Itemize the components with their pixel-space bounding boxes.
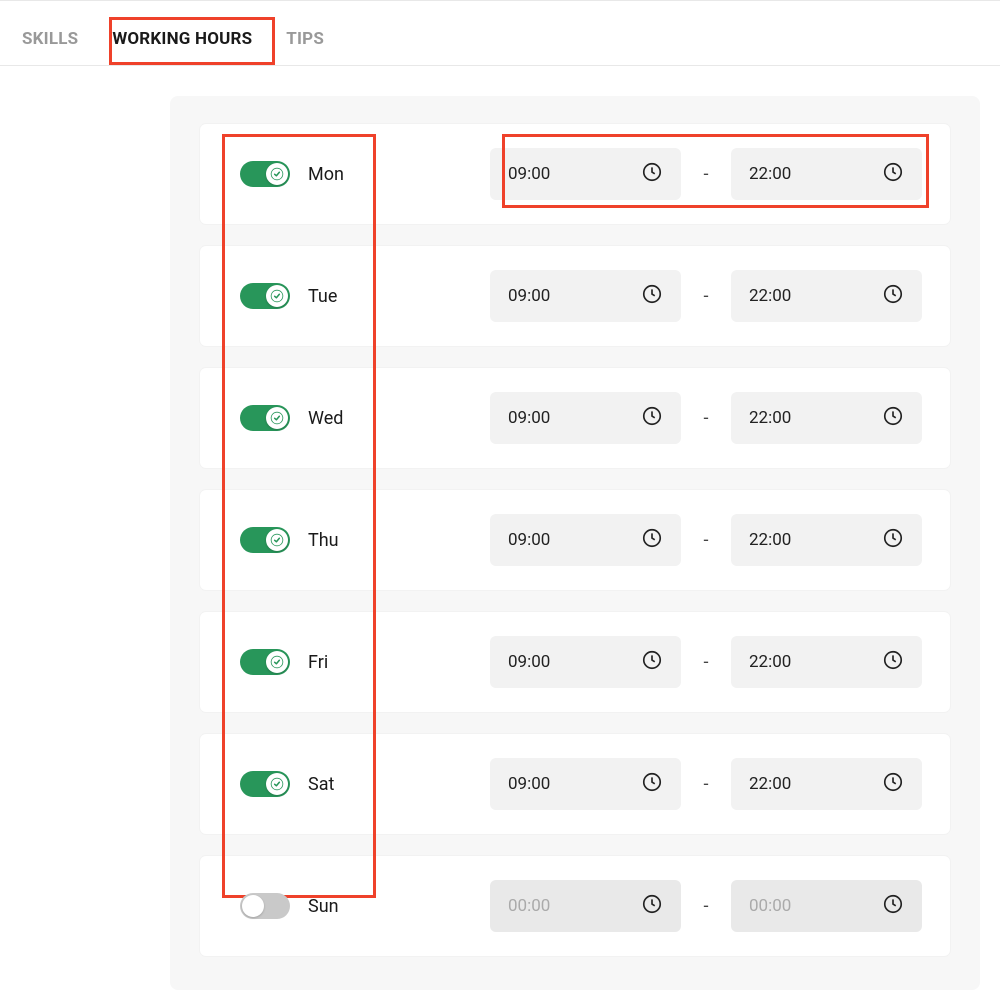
day-block: Thu — [240, 527, 490, 553]
check-icon — [266, 773, 288, 795]
day-toggle[interactable] — [240, 771, 290, 797]
end-time-value: 22:00 — [749, 408, 791, 428]
check-icon — [266, 651, 288, 673]
tab-skills[interactable]: SKILLS — [22, 29, 78, 65]
check-icon — [266, 285, 288, 307]
day-row: Tue 09:00 - 22:00 — [200, 246, 950, 346]
start-time-value: 09:00 — [508, 530, 550, 550]
day-label: Sat — [308, 774, 334, 795]
start-time-input[interactable]: 09:00 — [490, 758, 681, 810]
clock-icon — [641, 283, 663, 309]
end-time-input[interactable]: 22:00 — [731, 270, 922, 322]
start-time-value: 09:00 — [508, 164, 550, 184]
end-time-input[interactable]: 22:00 — [731, 148, 922, 200]
toggle-knob — [242, 895, 264, 917]
day-toggle[interactable] — [240, 527, 290, 553]
start-time-value: 09:00 — [508, 652, 550, 672]
clock-icon — [882, 893, 904, 919]
end-time-value: 22:00 — [749, 286, 791, 306]
clock-icon — [882, 649, 904, 675]
start-time-input[interactable]: 09:00 — [490, 636, 681, 688]
start-time-value: 09:00 — [508, 774, 550, 794]
time-separator: - — [697, 286, 715, 307]
day-block: Sun — [240, 893, 490, 919]
day-toggle[interactable] — [240, 161, 290, 187]
day-row: Sun 00:00 - 00:00 — [200, 856, 950, 956]
start-time-input[interactable]: 09:00 — [490, 270, 681, 322]
day-label: Fri — [308, 652, 328, 673]
day-block: Wed — [240, 405, 490, 431]
start-time-input[interactable]: 00:00 — [490, 880, 681, 932]
end-time-value: 22:00 — [749, 164, 791, 184]
start-time-value: 00:00 — [508, 896, 550, 916]
day-toggle[interactable] — [240, 405, 290, 431]
start-time-input[interactable]: 09:00 — [490, 514, 681, 566]
time-range: 09:00 - 22:00 — [490, 270, 922, 322]
tab-working-hours[interactable]: WORKING HOURS — [112, 29, 252, 65]
day-row: Fri 09:00 - 22:00 — [200, 612, 950, 712]
start-time-value: 09:00 — [508, 286, 550, 306]
end-time-input[interactable]: 22:00 — [731, 758, 922, 810]
tab-tips[interactable]: TIPS — [286, 29, 324, 65]
clock-icon — [882, 161, 904, 187]
clock-icon — [882, 405, 904, 431]
time-separator: - — [697, 408, 715, 429]
end-time-value: 22:00 — [749, 530, 791, 550]
time-range: 09:00 - 22:00 — [490, 148, 922, 200]
end-time-input[interactable]: 22:00 — [731, 514, 922, 566]
time-range: 09:00 - 22:00 — [490, 636, 922, 688]
clock-icon — [641, 649, 663, 675]
start-time-input[interactable]: 09:00 — [490, 148, 681, 200]
day-toggle[interactable] — [240, 893, 290, 919]
day-block: Sat — [240, 771, 490, 797]
clock-icon — [641, 527, 663, 553]
day-block: Mon — [240, 161, 490, 187]
time-range: 09:00 - 22:00 — [490, 758, 922, 810]
day-toggle[interactable] — [240, 283, 290, 309]
time-separator: - — [697, 896, 715, 917]
end-time-value: 22:00 — [749, 774, 791, 794]
day-label: Thu — [308, 530, 339, 551]
day-row: Sat 09:00 - 22:00 — [200, 734, 950, 834]
end-time-value: 22:00 — [749, 652, 791, 672]
day-row: Mon 09:00 - 22:00 — [200, 124, 950, 224]
clock-icon — [882, 527, 904, 553]
time-range: 00:00 - 00:00 — [490, 880, 922, 932]
clock-icon — [882, 771, 904, 797]
end-time-input[interactable]: 00:00 — [731, 880, 922, 932]
clock-icon — [641, 893, 663, 919]
check-icon — [266, 529, 288, 551]
time-separator: - — [697, 530, 715, 551]
clock-icon — [882, 283, 904, 309]
day-label: Tue — [308, 286, 337, 307]
day-label: Wed — [308, 408, 343, 429]
day-row: Wed 09:00 - 22:00 — [200, 368, 950, 468]
day-toggle[interactable] — [240, 649, 290, 675]
clock-icon — [641, 771, 663, 797]
start-time-input[interactable]: 09:00 — [490, 392, 681, 444]
start-time-value: 09:00 — [508, 408, 550, 428]
clock-icon — [641, 405, 663, 431]
day-row: Thu 09:00 - 22:00 — [200, 490, 950, 590]
clock-icon — [641, 161, 663, 187]
end-time-input[interactable]: 22:00 — [731, 392, 922, 444]
end-time-input[interactable]: 22:00 — [731, 636, 922, 688]
day-block: Tue — [240, 283, 490, 309]
time-separator: - — [697, 652, 715, 673]
day-label: Mon — [308, 164, 344, 185]
check-icon — [266, 407, 288, 429]
day-block: Fri — [240, 649, 490, 675]
time-separator: - — [697, 164, 715, 185]
working-hours-panel: Mon 09:00 - 22:00 Tue 09:00 - 22:00 Wed 09:00 - 22:… — [170, 96, 980, 990]
time-separator: - — [697, 774, 715, 795]
time-range: 09:00 - 22:00 — [490, 392, 922, 444]
check-icon — [266, 163, 288, 185]
time-range: 09:00 - 22:00 — [490, 514, 922, 566]
day-label: Sun — [308, 896, 339, 917]
tabs: SKILLS WORKING HOURS TIPS — [0, 0, 1000, 66]
end-time-value: 00:00 — [749, 896, 791, 916]
